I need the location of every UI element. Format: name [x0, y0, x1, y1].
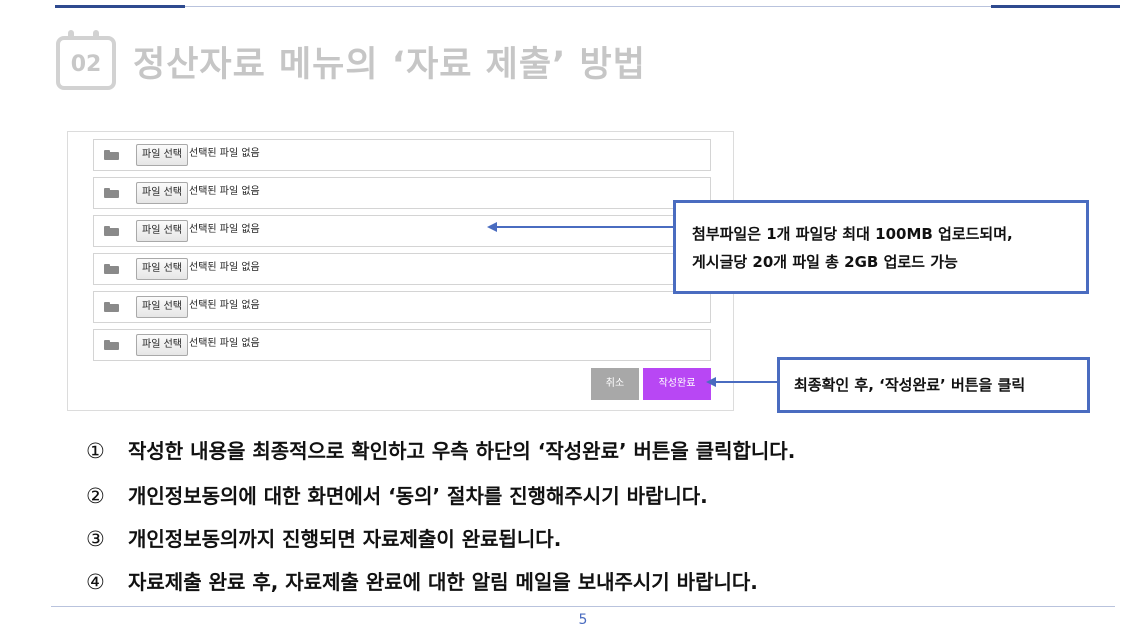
step-text: 작성한 내용을 최종적으로 확인하고 우측 하단의 ‘작성완료’ 버튼을 클릭합…	[128, 439, 796, 463]
arrow-left-icon	[706, 377, 777, 387]
step-marker: ④	[86, 570, 105, 594]
instruction-step: ③ 개인정보동의까지 진행되면 자료제출이 완료됩니다.	[86, 523, 561, 553]
step-text: 개인정보동의까지 진행되면 자료제출이 완료됩니다.	[128, 527, 562, 551]
step-marker: ③	[86, 527, 105, 551]
step-text: 개인정보동의에 대한 화면에서 ‘동의’ 절차를 진행해주시기 바랍니다.	[128, 484, 708, 508]
callout-text-line2: 게시글당 20개 파일 총 2GB 업로드 가능	[692, 253, 958, 271]
callout-text: 최종확인 후, ‘작성완료’ 버튼을 클릭	[794, 376, 1026, 394]
bottom-divider	[51, 606, 1115, 607]
arrow-left-icon	[487, 222, 673, 232]
submit-hint-callout: 최종확인 후, ‘작성완료’ 버튼을 클릭	[777, 357, 1090, 413]
page-number: 5	[578, 612, 588, 628]
step-text: 자료제출 완료 후, 자료제출 완료에 대한 알림 메일을 보내주시기 바랍니다…	[128, 570, 758, 594]
step-marker: ①	[86, 439, 105, 463]
attachment-limit-callout: 첨부파일은 1개 파일당 최대 100MB 업로드되며, 게시글당 20개 파일…	[673, 200, 1089, 294]
instruction-step: ④ 자료제출 완료 후, 자료제출 완료에 대한 알림 메일을 보내주시기 바랍니…	[86, 566, 758, 596]
instruction-step: ② 개인정보동의에 대한 화면에서 ‘동의’ 절차를 진행해주시기 바랍니다.	[86, 480, 708, 510]
callout-text-line1: 첨부파일은 1개 파일당 최대 100MB 업로드되며,	[692, 225, 1013, 243]
instruction-step: ① 작성한 내용을 최종적으로 확인하고 우측 하단의 ‘작성완료’ 버튼을 클릭…	[86, 435, 795, 465]
step-marker: ②	[86, 484, 105, 508]
